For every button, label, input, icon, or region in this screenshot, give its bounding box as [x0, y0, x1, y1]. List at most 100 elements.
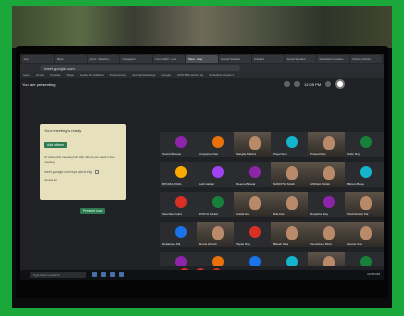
participant-tile[interactable]: Ruma Ghosh — [197, 222, 239, 247]
participant-name: PUNYA SAHA — [199, 212, 218, 216]
participant-avatar — [175, 196, 187, 208]
bookmark-item[interactable]: Maps — [67, 73, 74, 77]
meeting-ready-panel: Your meeting's ready Add others Or share… — [40, 124, 126, 200]
participant-avatar — [323, 196, 335, 208]
participant-name: Shubhankar Pal — [347, 212, 369, 216]
participant-avatar — [286, 136, 298, 148]
participant-name: Sourav Kar — [347, 242, 363, 246]
participant-tile[interactable]: Sourav Kar — [345, 222, 384, 247]
browser-tab[interactable]: Social Studies — [218, 55, 251, 63]
browser-tab[interactable]: Instagram — [120, 55, 153, 63]
participant-face — [323, 136, 335, 150]
participant-tile[interactable]: Sneha Biswas — [160, 132, 202, 157]
participant-grid: Sneha Biswas Anupama Das Sangita Mishra Pay… — [160, 132, 384, 280]
participant-avatar — [212, 166, 224, 178]
copy-icon[interactable] — [94, 170, 99, 175]
participant-tile[interactable]: Shubhankar Pal — [345, 192, 384, 217]
bookmark-item[interactable]: ASST000 admin pa — [177, 73, 203, 77]
meeting-link[interactable]: meet.google.com/xyz-abcd-efg — [44, 170, 122, 175]
browser-tab[interactable]: prod - Teacher — [87, 55, 120, 63]
participant-tile[interactable]: Subir Roy — [345, 132, 384, 157]
participant-tile[interactable]: Payal Sen — [271, 132, 313, 157]
participant-name: Rita Das — [273, 212, 285, 216]
participant-name: Tapas Roy — [236, 242, 251, 246]
participant-name: Ankita De — [236, 212, 250, 216]
participant-tile[interactable]: Sangita Mishra — [234, 132, 276, 157]
participant-tile[interactable]: Bikash Das — [271, 222, 313, 247]
participant-name: Bikram Bose — [347, 182, 365, 186]
meeting-time: 12:05 PM — [304, 81, 322, 87]
participant-tile[interactable]: ANISHA SAHA — [308, 162, 350, 187]
participant-tile[interactable]: Tapas Roy — [234, 222, 276, 247]
bookmark-item[interactable]: Youtube — [50, 73, 61, 77]
participant-avatar — [175, 226, 187, 238]
browser-tab[interactable]: Online Activity — [350, 55, 382, 63]
people-icon[interactable] — [284, 81, 290, 87]
store-icon[interactable] — [119, 272, 124, 277]
browser-tab[interactable]: Intro 2020 - Lec — [153, 55, 186, 63]
participant-name: Lahi Halder — [199, 182, 215, 186]
participant-tile[interactable]: Lahi Halder — [197, 162, 239, 187]
participant-tile[interactable]: Sanchita Guha — [160, 192, 202, 217]
participant-tile[interactable]: Rita Das — [271, 192, 313, 217]
presenting-label: You are presenting — [22, 82, 56, 87]
browser-tab[interactable]: Substitute Grades — [317, 55, 350, 63]
taskbar-search[interactable]: Type here to search — [30, 272, 86, 278]
bookmark-item[interactable]: Substitute Grade 1 — [209, 73, 234, 77]
participant-tile[interactable]: Bikram Bose — [345, 162, 384, 187]
windows-taskbar: Type here to search 12:05 PM — [20, 270, 384, 280]
browser-tab[interactable]: Untitled — [251, 55, 284, 63]
participant-avatar — [249, 166, 261, 178]
participant-avatar — [249, 226, 261, 238]
participant-avatar — [360, 136, 372, 148]
bookmark-item[interactable]: Guide for Addition — [80, 73, 104, 77]
url-field[interactable]: meet.google.com — [40, 65, 240, 71]
participant-tile[interactable]: BITHIKA PAUL — [160, 162, 202, 187]
add-others-button[interactable]: Add others — [44, 142, 67, 148]
browser-tab[interactable]: Social Studies — [284, 55, 317, 63]
participant-tile[interactable]: Debasree Pal — [160, 222, 202, 247]
participant-tile[interactable]: PUNYA SAHA — [197, 192, 239, 217]
participant-avatar — [212, 196, 224, 208]
participant-name: Prasad Dey — [310, 152, 326, 156]
user-avatar[interactable] — [335, 79, 346, 89]
participant-face — [360, 226, 372, 240]
participant-name: Sanchita Guha — [162, 212, 182, 216]
participant-tile[interactable]: Prasad Dey — [308, 132, 350, 157]
participant-face — [249, 136, 261, 150]
browser-tab[interactable]: Lite — [22, 55, 54, 63]
mail-icon[interactable] — [110, 272, 115, 277]
browser-tab[interactable]: Meet — [54, 55, 87, 63]
participant-face — [212, 226, 224, 240]
participant-name: Payal Sen — [273, 152, 287, 156]
panel-title: Your meeting's ready — [44, 128, 82, 133]
taskbar-apps — [92, 272, 124, 277]
bookmark-item[interactable]: Preferences — [110, 73, 126, 77]
browser-icon[interactable] — [101, 272, 106, 277]
present-now-button[interactable]: Present now — [80, 208, 106, 214]
browser-tab[interactable]: Meet - day — [186, 55, 218, 63]
participant-name: NANDITA SAHA — [273, 182, 295, 186]
participant-face — [323, 166, 335, 180]
participant-tile[interactable]: Tanushree Mitra — [308, 222, 350, 247]
bookmark-item[interactable]: Journal Readings — [132, 73, 155, 77]
participant-face — [286, 166, 298, 180]
settings-icon[interactable] — [325, 81, 332, 87]
participant-tile[interactable]: Anupama Das — [197, 132, 239, 157]
file-explorer-icon[interactable] — [92, 272, 97, 277]
participant-tile[interactable]: Ankita De — [234, 192, 276, 217]
participant-tile[interactable]: NANDITA SAHA — [271, 162, 313, 187]
participant-name: ANISHA SAHA — [310, 182, 331, 186]
background-wall — [12, 6, 392, 48]
bookmark-item[interactable]: Gmail — [36, 73, 44, 77]
meet-top-right: 12:05 PM — [284, 79, 346, 89]
participant-tile[interactable]: Reema Biswal — [234, 162, 276, 187]
participant-name: Debasree Pal — [162, 242, 181, 246]
participant-name: Ruma Ghosh — [199, 242, 217, 246]
participant-name: Subir Roy — [347, 152, 361, 156]
bookmark-item[interactable]: Google — [161, 73, 171, 77]
participant-name: Reema Biswal — [236, 182, 256, 186]
chat-icon[interactable] — [294, 81, 300, 87]
participant-tile[interactable]: Rupasha Dey — [308, 192, 350, 217]
bookmark-item[interactable]: Apps — [23, 73, 30, 77]
